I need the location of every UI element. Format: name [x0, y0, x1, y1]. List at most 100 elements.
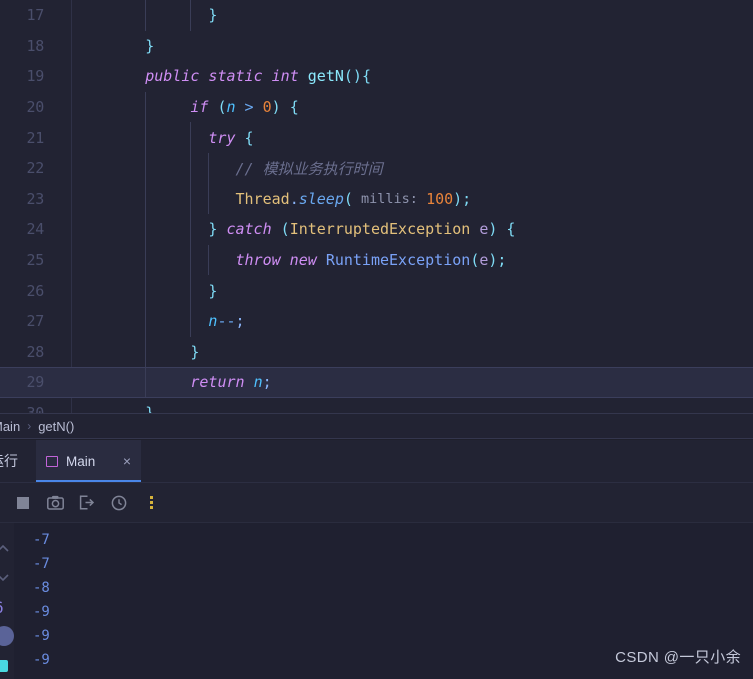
indent-guide — [190, 305, 192, 337]
run-tab-bar[interactable]: 运行 Main × — [0, 440, 753, 483]
console-line: -8 — [33, 580, 50, 596]
indent-guide — [145, 244, 147, 276]
code-lines-container[interactable]: 17} 18} 19 public static int getN(){20 if (n… — [0, 0, 753, 413]
kebab-icon — [149, 496, 153, 509]
breadcrumb[interactable]: Main › getN() — [0, 413, 753, 439]
code-text: if (n > 0) { — [190, 92, 298, 123]
profiler-button[interactable] — [108, 492, 130, 514]
code-text: n --; — [208, 306, 244, 337]
code-line[interactable]: 26} — [0, 275, 753, 306]
line-number: 19 — [26, 67, 45, 86]
code-token: n — [208, 312, 218, 331]
code-token: > — [235, 98, 263, 117]
code-token: 0 — [262, 98, 272, 117]
debug-icon[interactable] — [0, 660, 8, 672]
indent-guide — [145, 367, 147, 398]
code-token: InterruptedException — [289, 220, 471, 239]
indent-guide — [145, 305, 147, 337]
code-token: ( — [217, 98, 227, 117]
code-token: if — [190, 98, 218, 117]
run-toolbar[interactable] — [0, 483, 753, 523]
expand-down-icon[interactable] — [0, 568, 12, 586]
code-text: // 模拟业务执行时间 — [236, 153, 383, 184]
code-token: ) { — [271, 98, 299, 117]
indent-guide — [190, 244, 192, 276]
line-number: 17 — [26, 6, 45, 25]
code-line[interactable]: 17} — [0, 0, 753, 31]
console-line: -9 — [33, 604, 50, 620]
code-token: RuntimeException — [325, 251, 471, 270]
tab-main[interactable]: Main × — [36, 440, 141, 482]
indent-guide — [190, 214, 192, 245]
indent-guide — [145, 122, 147, 153]
code-token: ( — [280, 220, 290, 239]
code-text: Thread. sleep( millis: 100); — [236, 184, 472, 215]
code-line[interactable]: 28} — [0, 336, 753, 368]
indent-guide — [145, 0, 147, 31]
code-line[interactable]: 20 if (n > 0) { — [0, 91, 753, 123]
code-line[interactable]: 25 throw new RuntimeException(e); — [0, 244, 753, 276]
code-token: } — [190, 342, 200, 361]
indent-guide — [145, 183, 147, 215]
code-text: } catch (InterruptedException e) { — [208, 214, 515, 245]
code-line[interactable]: 23 Thread. sleep( millis: 100); — [0, 183, 753, 215]
code-text: throw new RuntimeException(e); — [236, 245, 507, 276]
indent-guide — [190, 122, 192, 153]
code-token: } — [208, 6, 218, 25]
indent-guide — [145, 214, 147, 245]
export-button[interactable] — [76, 492, 98, 514]
code-text: try { — [208, 122, 253, 153]
code-token: (){ — [343, 67, 371, 86]
code-token: ); — [453, 189, 472, 208]
code-token: // 模拟业务执行时间 — [235, 159, 383, 178]
code-text: } — [208, 275, 217, 306]
code-line[interactable]: 18} — [0, 31, 753, 62]
breadcrumb-item-method[interactable]: getN() — [38, 419, 74, 434]
code-token: catch — [226, 220, 281, 239]
code-token: ); — [488, 251, 507, 270]
collapse-up-icon[interactable] — [0, 540, 12, 558]
indent-guide — [145, 152, 147, 184]
code-token: e — [479, 251, 489, 270]
code-token: n — [226, 98, 236, 117]
code-token: { — [244, 128, 254, 147]
indent-guide — [208, 183, 210, 215]
console-line: -9 — [33, 628, 50, 644]
stop-button[interactable] — [12, 492, 34, 514]
code-token: } — [208, 281, 218, 300]
code-line[interactable]: 22 // 模拟业务执行时间 — [0, 152, 753, 184]
screenshot-button[interactable] — [44, 492, 66, 514]
avatar[interactable] — [0, 626, 14, 646]
code-text: } — [145, 398, 154, 413]
line-number: 20 — [26, 98, 45, 117]
code-line[interactable]: 30} — [0, 398, 753, 413]
line-number: 26 — [26, 281, 45, 300]
code-line[interactable]: 27 n --; — [0, 305, 753, 337]
code-text: return n; — [190, 367, 271, 398]
line-number: 23 — [26, 189, 45, 208]
camera-icon — [46, 495, 64, 510]
code-token: -- — [217, 312, 236, 331]
left-activity-strip[interactable]: 6 — [0, 440, 14, 679]
code-line[interactable]: 19 public static int getN(){ — [0, 61, 753, 92]
indent-guide — [190, 183, 192, 215]
breadcrumb-item-class[interactable]: Main — [0, 419, 20, 434]
code-token: sleep — [298, 189, 344, 208]
indent-guide — [145, 275, 147, 306]
line-number: 24 — [26, 220, 45, 239]
code-line[interactable]: 29 return n; — [0, 367, 753, 398]
more-options-button[interactable] — [140, 492, 162, 514]
line-number: 28 — [26, 342, 45, 361]
code-editor[interactable]: 17} 18} 19 public static int getN(){20 if (n… — [0, 0, 753, 413]
code-line[interactable]: 21 try { — [0, 122, 753, 153]
ide-window: 17} 18} 19 public static int getN(){20 if (n… — [0, 0, 753, 679]
indent-guide — [190, 152, 192, 184]
code-token: } — [208, 220, 227, 239]
code-token: ( — [470, 251, 480, 270]
code-token: } — [145, 36, 155, 55]
code-line[interactable]: 24 } catch (InterruptedException e) { — [0, 214, 753, 245]
warning-count-badge[interactable]: 6 — [0, 598, 12, 617]
close-icon[interactable]: × — [123, 454, 131, 468]
watermark: CSDN @一只小余 — [615, 649, 741, 666]
console-line: -7 — [33, 532, 50, 548]
